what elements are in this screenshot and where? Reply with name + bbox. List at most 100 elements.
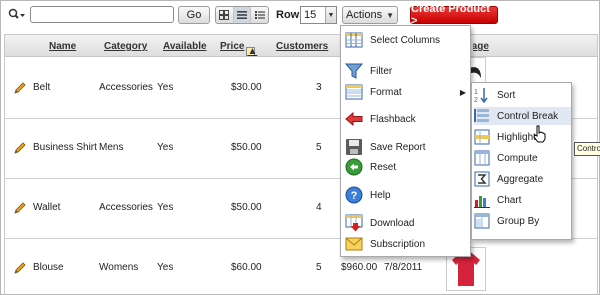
submenu-item-label: Sort [497, 89, 516, 101]
menu-item-label: Select Columns [370, 34, 441, 46]
chart-icon [474, 196, 490, 208]
submenu-item-sort[interactable]: 1 2 Sort [474, 86, 571, 104]
cell-price: $30.00 [231, 82, 262, 93]
rows-select-value: 15 [304, 9, 317, 21]
submenu-item-chart[interactable]: Chart [474, 191, 571, 209]
menu-item-label: Filter [370, 65, 393, 77]
submenu-item-control-break[interactable]: Control Break [474, 107, 571, 125]
flashback-icon [345, 111, 363, 127]
format-submenu: 1 2 Sort Control Break Highlight Compute… [471, 82, 572, 240]
cell-category: Accessories [99, 82, 153, 93]
subscription-icon [345, 237, 363, 251]
cell-name: Blouse [33, 262, 64, 273]
detail-view-button[interactable] [251, 7, 268, 23]
svg-text:2: 2 [474, 97, 478, 103]
interactive-report-region: Go Rows 15 ▼ Actions ▼ Create Product > … [0, 0, 600, 295]
menu-item-label: Download [370, 217, 415, 229]
menu-item-label: Subscription [370, 238, 426, 250]
edit-icon[interactable] [14, 82, 26, 94]
format-icon [345, 84, 363, 100]
menu-item-select-columns[interactable]: Select Columns [345, 30, 468, 50]
compute-icon [474, 150, 490, 166]
cell-date: 7/8/2011 [384, 262, 423, 273]
cell-available: Yes [157, 82, 174, 93]
svg-text:1: 1 [474, 89, 478, 96]
icon-view-button[interactable] [216, 7, 234, 23]
submenu-item-compute[interactable]: Compute [474, 149, 571, 167]
cell-available: Yes [157, 262, 174, 273]
cell-name: Belt [33, 82, 51, 93]
cell-customers: 5 [316, 142, 322, 153]
column-header-customers[interactable]: Customers [276, 41, 328, 52]
hand-cursor-icon [533, 125, 546, 143]
tooltip: Control Break [574, 142, 600, 156]
submenu-item-label: Aggregate [497, 173, 544, 185]
select-columns-icon [345, 32, 363, 48]
group-by-icon [474, 213, 490, 229]
submenu-item-highlight[interactable]: Highlight [474, 128, 571, 146]
menu-item-label: Help [370, 189, 391, 201]
submenu-item-label: Group By [497, 215, 540, 227]
column-header-price[interactable]: Price ▲ [220, 41, 257, 57]
icon-view-icon [219, 10, 230, 20]
actions-label: Actions [346, 9, 383, 21]
cell-customers: 3 [316, 82, 322, 93]
column-header-category[interactable]: Category [104, 41, 147, 52]
submenu-item-label: Control Break [497, 110, 559, 122]
menu-item-download[interactable]: Download [345, 213, 468, 233]
aggregate-icon [474, 171, 490, 187]
menu-item-save-report[interactable]: Save Report [345, 137, 468, 157]
edit-icon[interactable] [14, 142, 26, 154]
cell-category: Accessories [99, 202, 153, 213]
chevron-down-icon: ▼ [325, 7, 336, 23]
filter-icon [345, 63, 363, 79]
cell-available: Yes [157, 142, 174, 153]
cell-customers: 4 [316, 202, 322, 213]
menu-item-label: Save Report [370, 141, 426, 153]
report-toolbar: Go Rows 15 ▼ Actions ▼ Create Product > [1, 1, 600, 29]
menu-item-help[interactable]: ? Help [345, 185, 468, 205]
edit-icon[interactable] [14, 262, 26, 274]
report-view-button[interactable] [233, 7, 252, 23]
submenu-item-aggregate[interactable]: Aggregate [474, 170, 571, 188]
report-view-icon [237, 11, 247, 19]
go-button[interactable]: Go [178, 6, 210, 24]
view-mode-toggle [215, 6, 269, 24]
cell-category: Womens [99, 262, 139, 273]
submenu-item-label: Chart [497, 194, 522, 206]
control-break-icon [474, 109, 489, 122]
cell-price: $50.00 [231, 202, 262, 213]
table-row: Blouse Womens Yes $60.00 5 $960.00 7/8/2011 [5, 239, 597, 295]
detail-view-icon [254, 11, 265, 19]
actions-button[interactable]: Actions ▼ [342, 6, 398, 24]
create-product-button[interactable]: Create Product > [410, 3, 498, 27]
rows-per-page-select[interactable]: 15 ▼ [300, 6, 337, 24]
help-icon: ? [345, 186, 363, 204]
column-header-name[interactable]: Name [49, 41, 76, 52]
search-icon[interactable] [8, 8, 26, 22]
menu-item-filter[interactable]: Filter [345, 61, 468, 81]
search-input[interactable] [30, 6, 174, 23]
reset-icon [345, 158, 363, 176]
submenu-item-label: Compute [497, 152, 538, 164]
menu-item-flashback[interactable]: Flashback [345, 109, 468, 129]
sort-ascending-icon: ▲ [246, 46, 258, 57]
edit-icon[interactable] [14, 202, 26, 214]
highlight-icon [474, 129, 490, 145]
sort-icon: 1 2 [474, 88, 488, 103]
menu-item-label: Format [370, 86, 402, 98]
cell-category: Mens [99, 142, 124, 153]
menu-item-format[interactable]: Format ▶ [345, 82, 468, 102]
svg-text:?: ? [351, 190, 358, 202]
menu-item-subscription[interactable]: Subscription [345, 234, 468, 254]
menu-item-label: Flashback [370, 113, 416, 125]
cell-total: $960.00 [341, 262, 378, 273]
menu-item-reset[interactable]: Reset [345, 157, 468, 177]
column-header-available[interactable]: Available [163, 41, 207, 52]
chevron-right-icon: ▶ [459, 87, 466, 97]
cell-name: Wallet [33, 202, 61, 213]
submenu-item-group-by[interactable]: Group By [474, 212, 571, 230]
cell-price: $50.00 [231, 142, 262, 153]
cell-name: Business Shirt [33, 142, 97, 153]
download-icon [345, 214, 363, 232]
